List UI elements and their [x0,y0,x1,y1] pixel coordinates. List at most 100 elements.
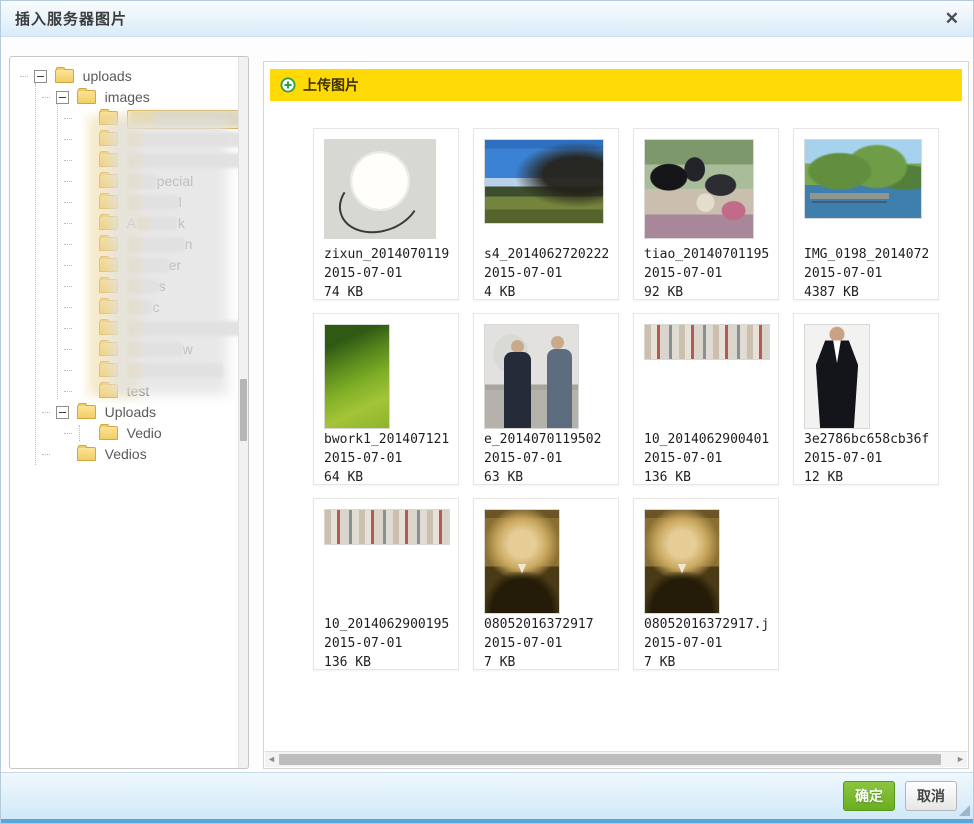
file-name: zixun_2014070119 [324,247,450,262]
image-card[interactable]: bwork1_201407121 2015-07-01 64 KB [313,313,459,485]
thumbnail-image[interactable] [644,139,754,239]
image-card[interactable]: e_2014070119502 2015-07-01 63 KB [473,313,619,485]
tree-node[interactable]: n [10,233,238,254]
tree-node[interactable]: w [10,338,238,359]
tree-connector [64,180,72,182]
tree-node[interactable] [10,149,248,170]
thumbnail-image[interactable] [804,139,922,219]
thumbnail-image[interactable] [804,324,870,429]
file-date: 2015-07-01 [324,451,403,466]
close-icon[interactable]: ✕ [945,10,959,27]
image-card[interactable]: 08052016372917 2015-07-01 7 KB [473,498,619,670]
horizontal-scrollbar[interactable]: ◄ ► [265,751,967,767]
folder-icon [76,445,96,462]
file-meta: IMG_0198_2014072 2015-07-01 4387 KB [804,245,929,302]
file-date: 2015-07-01 [484,266,563,281]
file-size: 12 KB [804,470,844,485]
scroll-left-arrow-icon[interactable]: ◄ [265,752,278,767]
file-meta: zixun_2014070119 2015-07-01 74 KB [324,245,449,302]
tree-connector [64,243,72,245]
redacted-folder-name [126,173,157,189]
file-name: e_2014070119502 [484,432,602,447]
file-date: 2015-07-01 [644,636,723,651]
image-card[interactable]: 08052016372917.j 2015-07-01 7 KB [633,498,779,670]
file-size: 92 KB [644,285,684,300]
tree-node-label: w [126,341,193,357]
tree-vertical-scrollbar[interactable] [238,57,248,768]
file-name: s4_2014062720222 [484,247,610,262]
tree-connector [64,264,72,266]
file-meta: 3e2786bc658cb36f 2015-07-01 12 KB [804,430,929,487]
thumbnail-image[interactable] [644,324,770,360]
thumbnail-image[interactable] [484,139,604,224]
image-card[interactable]: 10_2014062900401 2015-07-01 136 KB [633,313,779,485]
redacted-folder-name [126,278,159,294]
file-date: 2015-07-01 [324,266,403,281]
image-card[interactable]: tiao_20140701195 2015-07-01 92 KB [633,128,779,300]
tree-connector [64,159,72,161]
ok-button[interactable]: 确定 [843,781,895,811]
tree-node-label [126,109,247,129]
tree-node[interactable]: Vedios [10,443,238,464]
resize-handle[interactable] [959,805,970,816]
tree-node[interactable]: test [10,380,238,401]
tree-node[interactable] [10,107,247,129]
tree-node[interactable]: c [10,296,238,317]
image-card[interactable]: s4_2014062720222 2015-07-01 4 KB [473,128,619,300]
folder-icon [98,214,118,231]
redacted-folder-name [126,299,153,315]
tree-node[interactable] [10,317,243,338]
dialog-footer: 确定 取消 [1,772,973,823]
upload-images-button[interactable]: 上传图片 [270,69,962,101]
scroll-right-arrow-icon[interactable]: ► [954,752,967,767]
tree-node[interactable]: images [10,86,238,107]
folder-icon [98,256,118,273]
folder-icon [54,67,74,84]
file-name: 10_2014062900195 [324,617,450,632]
file-meta: s4_2014062720222 2015-07-01 4 KB [484,245,609,302]
image-grid: zixun_2014070119 2015-07-01 74 KB s4_201… [313,128,963,683]
file-meta: 10_2014062900401 2015-07-01 136 KB [644,430,769,487]
tree-node[interactable] [10,359,238,380]
file-name: bwork1_201407121 [324,432,450,447]
cancel-button[interactable]: 取消 [905,781,957,811]
tree-node-label: Vedios [104,445,147,462]
image-browser-panel: 上传图片 zixun_2014070119 2015-07-01 74 KB s… [263,61,969,769]
tree-connector [64,222,72,224]
file-size: 136 KB [324,655,371,670]
image-card[interactable]: zixun_2014070119 2015-07-01 74 KB [313,128,459,300]
thumbnail-image[interactable] [324,324,390,429]
thumbnail-image[interactable] [644,509,720,614]
tree-node-label: pecial [126,173,193,189]
tree-node-label: uploads [82,67,132,84]
collapse-minus-icon[interactable] [55,90,69,104]
tree-node[interactable]: Ak [10,212,238,233]
collapse-minus-icon[interactable] [33,69,47,83]
image-card[interactable]: 10_2014062900195 2015-07-01 136 KB [313,498,459,670]
folder-icon [98,340,118,357]
thumbnail-image[interactable] [324,139,436,239]
folder-tree-panel: uploads images pecial l Ak n er s c w te… [9,56,249,769]
tree-node[interactable]: Uploads [10,401,238,422]
image-card[interactable]: 3e2786bc658cb36f 2015-07-01 12 KB [793,313,939,485]
tree-node[interactable]: l [10,191,238,212]
tree-node[interactable]: pecial [10,170,238,191]
tree-node[interactable]: Vedio [10,422,238,443]
tree-node[interactable] [10,128,248,149]
thumbnail-image[interactable] [324,509,450,545]
folder-icon [98,172,118,189]
tree-node[interactable]: uploads [10,65,238,86]
scrollbar-thumb[interactable] [240,379,247,441]
tree-node-label [126,152,248,168]
file-date: 2015-07-01 [644,266,723,281]
tree-node[interactable]: s [10,275,238,296]
thumbnail-image[interactable] [484,509,560,614]
collapse-minus-icon[interactable] [55,405,69,419]
image-card[interactable]: IMG_0198_2014072 2015-07-01 4387 KB [793,128,939,300]
selected-tree-node-highlight [126,109,247,129]
tree-node[interactable]: er [10,254,238,275]
folder-icon [98,130,118,147]
thumbnail-image[interactable] [484,324,579,429]
scrollbar-thumb[interactable] [279,754,941,765]
file-date: 2015-07-01 [324,636,403,651]
